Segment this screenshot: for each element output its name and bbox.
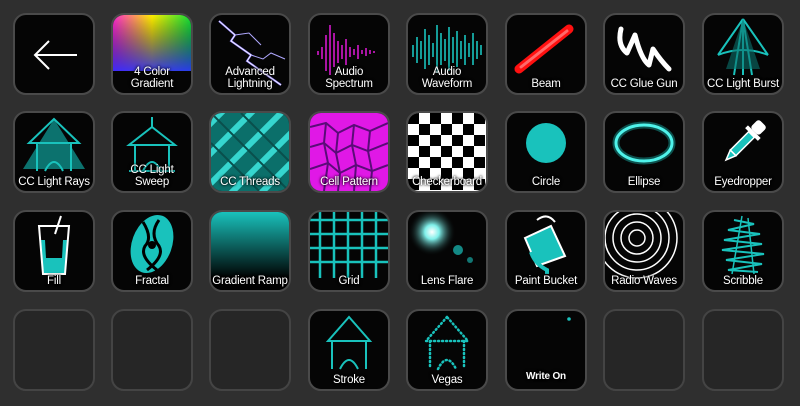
grid-key[interactable]: Grid xyxy=(308,210,390,292)
key-label: Gradient Ramp xyxy=(212,275,288,287)
empty-key[interactable] xyxy=(702,309,784,391)
back-button[interactable] xyxy=(13,13,95,95)
eyedropper-key[interactable]: Eyedropper xyxy=(702,111,784,193)
advanced-lightning-key[interactable]: Advanced Lightning xyxy=(209,13,291,95)
scribble-key[interactable]: Scribble xyxy=(702,210,784,292)
empty-key[interactable] xyxy=(209,309,291,391)
key-label: CC Threads xyxy=(220,176,280,188)
key-label: Eyedropper xyxy=(714,176,772,188)
radio-waves-key[interactable]: Radio Waves xyxy=(603,210,685,292)
key-label: Advanced Lightning xyxy=(225,66,275,90)
key-label: CC Light Sweep xyxy=(130,164,174,188)
lens-flare-key[interactable]: Lens Flare xyxy=(406,210,488,292)
stream-deck-grid: 4 Color Gradient Advanced Lightning Audi… xyxy=(0,0,800,406)
circle-key[interactable]: Circle xyxy=(505,111,587,193)
audio-spectrum-key[interactable]: Audio Spectrum xyxy=(308,13,390,95)
cc-threads-key[interactable]: CC Threads xyxy=(209,111,291,193)
empty-key[interactable] xyxy=(603,309,685,391)
key-label: CC Light Burst xyxy=(707,78,779,90)
key-label: Scribble xyxy=(723,275,763,287)
key-label: Ellipse xyxy=(627,176,661,188)
key-label: 4 Color Gradient xyxy=(130,66,174,90)
beam-key[interactable]: Beam xyxy=(505,13,587,95)
cc-glue-gun-key[interactable]: CC Glue Gun xyxy=(603,13,685,95)
key-label: Grid xyxy=(338,275,360,287)
key-label: Write On xyxy=(526,371,566,382)
cc-light-rays-key[interactable]: CC Light Rays xyxy=(13,111,95,193)
key-label: CC Glue Gun xyxy=(610,78,678,90)
key-label: Radio Waves xyxy=(611,275,677,287)
write-on-key[interactable]: Write On xyxy=(505,309,587,391)
key-label: Beam xyxy=(531,78,561,90)
key-label: Vegas xyxy=(431,374,463,386)
key-label: Cell Pattern xyxy=(320,176,378,188)
key-label: Stroke xyxy=(332,374,366,386)
fill-key[interactable]: Fill xyxy=(13,210,95,292)
cc-light-burst-key[interactable]: CC Light Burst xyxy=(702,13,784,95)
key-label: Paint Bucket xyxy=(514,275,578,287)
key-label: Audio Spectrum xyxy=(325,66,373,90)
gradient-ramp-key[interactable]: Gradient Ramp xyxy=(209,210,291,292)
audio-waveform-key[interactable]: Audio Waveform xyxy=(406,13,488,95)
four-color-gradient-key[interactable]: 4 Color Gradient xyxy=(111,13,193,95)
vegas-key[interactable]: Vegas xyxy=(406,309,488,391)
key-label: CC Light Rays xyxy=(18,176,90,188)
key-label: Lens Flare xyxy=(420,275,474,287)
paint-bucket-key[interactable]: Paint Bucket xyxy=(505,210,587,292)
key-label: Fill xyxy=(47,275,61,287)
key-label: Fractal xyxy=(135,275,169,287)
empty-key[interactable] xyxy=(13,309,95,391)
stroke-key[interactable]: Stroke xyxy=(308,309,390,391)
cc-light-sweep-key[interactable]: CC Light Sweep xyxy=(111,111,193,193)
key-label: Circle xyxy=(531,176,561,188)
key-label: Audio Waveform xyxy=(421,66,473,90)
empty-key[interactable] xyxy=(111,309,193,391)
fractal-key[interactable]: Fractal xyxy=(111,210,193,292)
ellipse-key[interactable]: Ellipse xyxy=(603,111,685,193)
key-label: Checkerboard xyxy=(412,176,482,188)
checkerboard-key[interactable]: Checkerboard xyxy=(406,111,488,193)
arrow-left-icon xyxy=(33,40,77,70)
cell-pattern-key[interactable]: Cell Pattern xyxy=(308,111,390,193)
